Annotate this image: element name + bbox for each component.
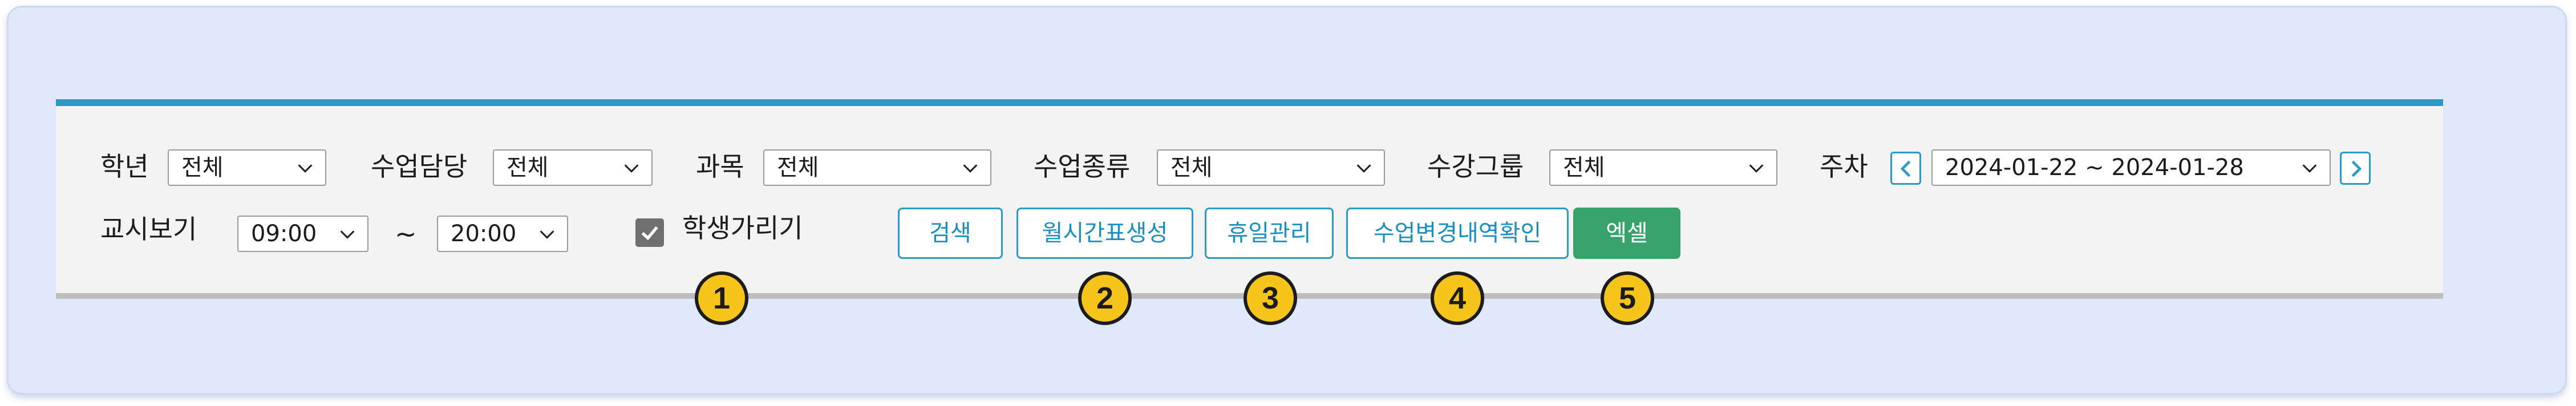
holiday-management-button[interactable]: 휴일관리 bbox=[1205, 208, 1334, 259]
class-type-select-value: 전체 bbox=[1170, 155, 1213, 181]
chevron-down-icon bbox=[963, 164, 978, 173]
annotation-badge-2: 2 bbox=[1078, 271, 1132, 325]
week-select-value: 2024-01-22 ~ 2024-01-28 bbox=[1945, 155, 2244, 181]
subject-label: 과목 bbox=[696, 151, 744, 182]
teacher-label: 수업담당 bbox=[371, 151, 468, 182]
next-week-button[interactable] bbox=[2340, 152, 2371, 185]
hide-students-checkbox[interactable] bbox=[635, 218, 664, 247]
period-start-select[interactable]: 09:00 bbox=[237, 216, 368, 252]
period-end-select[interactable]: 20:00 bbox=[437, 216, 568, 252]
teacher-select[interactable]: 전체 bbox=[493, 149, 653, 186]
chevron-left-icon bbox=[1900, 160, 1911, 177]
annotation-badge-3: 3 bbox=[1244, 271, 1297, 325]
course-group-label: 수강그룹 bbox=[1427, 151, 1524, 182]
checkmark-icon bbox=[641, 226, 658, 241]
generate-monthly-timetable-button[interactable]: 월시간표생성 bbox=[1016, 208, 1193, 259]
teacher-select-value: 전체 bbox=[507, 155, 549, 181]
hide-students-label: 학생가리기 bbox=[682, 213, 803, 243]
annotation-badge-1: 1 bbox=[695, 271, 748, 325]
grade-select[interactable]: 전체 bbox=[168, 149, 326, 186]
annotation-badge-4: 4 bbox=[1431, 271, 1484, 325]
period-view-label: 교시보기 bbox=[100, 214, 197, 245]
chevron-down-icon bbox=[624, 164, 639, 173]
grade-label: 학년 bbox=[100, 151, 149, 182]
search-button[interactable]: 검색 bbox=[898, 208, 1003, 259]
class-type-select[interactable]: 전체 bbox=[1157, 149, 1385, 186]
period-separator: ~ bbox=[395, 218, 417, 249]
course-group-select-value: 전체 bbox=[1563, 155, 1605, 181]
prev-week-button[interactable] bbox=[1890, 152, 1921, 185]
chevron-down-icon bbox=[340, 230, 355, 239]
week-label: 주차 bbox=[1820, 151, 1868, 182]
chevron-down-icon bbox=[1356, 164, 1371, 173]
chevron-down-icon bbox=[540, 230, 554, 239]
chevron-down-icon bbox=[1749, 164, 1764, 173]
excel-button[interactable]: 엑셀 bbox=[1573, 208, 1680, 259]
filter-panel bbox=[56, 99, 2443, 299]
chevron-down-icon bbox=[2302, 164, 2317, 173]
period-start-value: 09:00 bbox=[251, 221, 317, 247]
annotation-badge-5: 5 bbox=[1601, 271, 1654, 325]
period-end-value: 20:00 bbox=[451, 221, 517, 247]
class-change-history-button[interactable]: 수업변경내역확인 bbox=[1346, 208, 1569, 259]
grade-select-value: 전체 bbox=[181, 155, 224, 181]
subject-select[interactable]: 전체 bbox=[763, 149, 991, 186]
course-group-select[interactable]: 전체 bbox=[1549, 149, 1777, 186]
chevron-right-icon bbox=[2351, 160, 2362, 177]
week-select[interactable]: 2024-01-22 ~ 2024-01-28 bbox=[1931, 149, 2331, 186]
class-type-label: 수업종류 bbox=[1034, 151, 1131, 182]
subject-select-value: 전체 bbox=[777, 155, 819, 181]
chevron-down-icon bbox=[298, 164, 313, 173]
